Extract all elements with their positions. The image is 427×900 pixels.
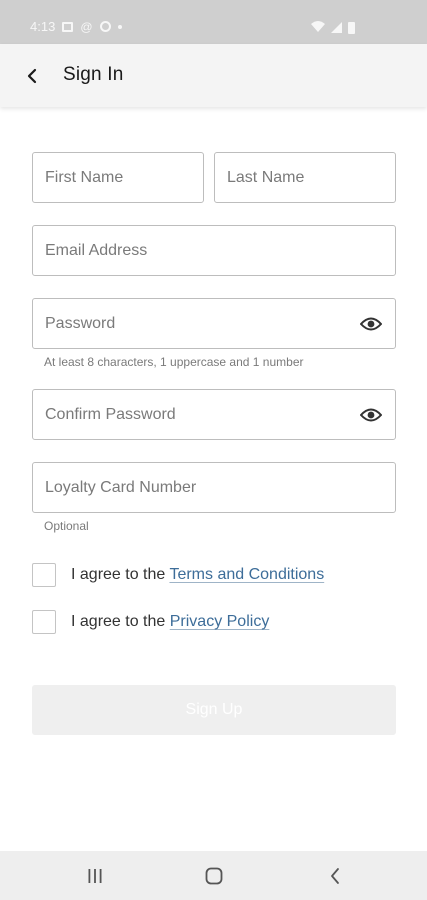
password-field [32,298,396,349]
dot-icon [117,24,122,29]
wifi-icon [311,20,325,35]
navigation-bar [0,851,427,900]
eye-icon [360,408,382,422]
email-field [32,225,396,276]
terms-agreement-row: I agree to the Terms and Conditions [32,562,324,588]
loyalty-card-input[interactable] [33,463,395,512]
back-icon [331,868,339,884]
status-bar: 4:13 @ [0,0,427,44]
privacy-agreement-row: I agree to the Privacy Policy [32,609,269,635]
eye-icon [360,317,382,331]
privacy-link[interactable]: Privacy Policy [170,613,270,630]
privacy-agreement-text: I agree to the Privacy Policy [71,613,269,631]
recents-icon [88,869,102,883]
recents-button[interactable] [80,863,110,889]
terms-link[interactable]: Terms and Conditions [169,566,324,583]
at-icon: @ [80,19,93,34]
first-name-field [32,152,204,203]
sign-up-button[interactable]: Sign Up [32,685,396,735]
home-button[interactable] [199,863,229,889]
email-input[interactable] [33,226,395,275]
signal-icon [331,22,342,33]
terms-checkbox[interactable] [32,563,56,587]
app-bar: Sign In [0,44,427,107]
back-button[interactable] [18,62,46,90]
last-name-input[interactable] [215,153,395,202]
confirm-password-field [32,389,396,440]
password-visibility-toggle[interactable] [359,313,383,335]
privacy-prefix: I agree to the [71,613,170,630]
terms-agreement-text: I agree to the Terms and Conditions [71,566,324,584]
chevron-left-icon [27,68,37,84]
password-input[interactable] [33,299,395,348]
page-title: Sign In [63,64,124,85]
privacy-checkbox[interactable] [32,610,56,634]
photo-icon [62,21,74,32]
home-icon [205,867,223,885]
last-name-field [214,152,396,203]
status-time: 4:13 [30,19,56,34]
status-left: 4:13 @ [30,19,122,34]
loyalty-card-field [32,462,396,513]
confirm-password-visibility-toggle[interactable] [359,404,383,426]
terms-prefix: I agree to the [71,566,170,583]
battery-icon [348,21,355,34]
confirm-password-input[interactable] [33,390,395,439]
status-right [311,20,355,35]
first-name-input[interactable] [33,153,203,202]
password-helper-text: At least 8 characters, 1 uppercase and 1… [44,355,304,369]
blocked-icon [99,21,111,32]
loyalty-helper-text: Optional [44,519,89,533]
system-back-button[interactable] [320,863,350,889]
